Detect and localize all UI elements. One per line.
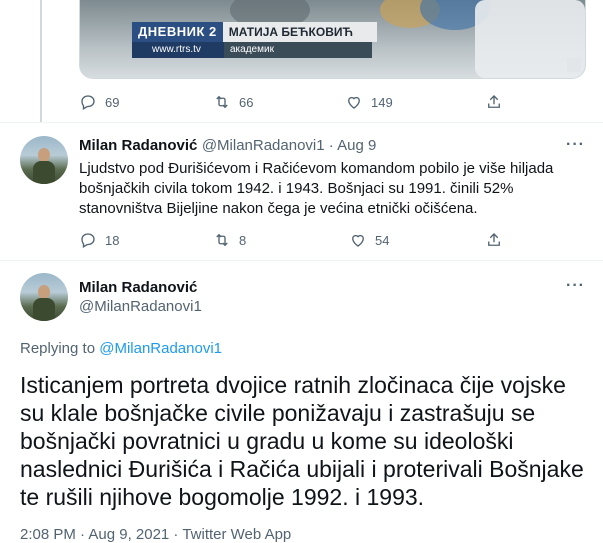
media-site-label: www.rtrs.tv: [132, 42, 224, 58]
tweet-divider: [0, 260, 603, 261]
tweet-text-line: bošnjačkih civila tokom 1942. i 1943. Bo…: [79, 180, 514, 197]
avatar-head-shape: [38, 148, 50, 162]
avatar[interactable]: [20, 273, 68, 321]
like-icon: [352, 234, 364, 247]
author-handle[interactable]: @MilanRadanovi1: [79, 298, 202, 315]
reply-icon: [81, 95, 95, 110]
more-icon[interactable]: ···: [566, 136, 585, 154]
tweet-text-line: te rušili njihove bogomolje 1992. i 1993…: [20, 484, 425, 510]
author-name[interactable]: Milan Radanović: [79, 279, 197, 296]
avatar-body-shape: [33, 298, 55, 321]
retweet-icon: [216, 233, 228, 247]
share-icon: [488, 95, 500, 108]
avatar[interactable]: [20, 136, 68, 184]
share-button[interactable]: [485, 93, 503, 111]
retweet-icon: [216, 95, 228, 109]
reply-icon: [81, 233, 95, 248]
share-icon: [488, 233, 500, 246]
replying-to-label: Replying to: [20, 340, 96, 357]
media-lower-third-secondary: www.rtrs.tv академик: [132, 42, 372, 58]
tweet-timestamp[interactable]: 2:08 PM · Aug 9, 2021 · Twitter Web App: [20, 526, 291, 543]
media-lower-third: ДНЕВНИК 2 МАТИЈА БЕЋКОВИЋ: [132, 22, 377, 42]
reply-count: 69: [105, 94, 120, 110]
replying-to-handle-link[interactable]: @MilanRadanovi1: [99, 340, 222, 357]
tweet-divider: [0, 122, 603, 123]
tweet-header: Milan Radanović @MilanRadanovi1 · Aug 9: [79, 137, 376, 155]
media-person-name: МАТИЈА БЕЋКОВИЋ: [222, 22, 377, 42]
main-tweet-text: Isticanjem portreta dvojice ratnih zloči…: [20, 371, 595, 511]
thread-connector-line: [40, 0, 42, 122]
like-button[interactable]: 54: [349, 231, 389, 249]
reply-button[interactable]: 18: [79, 231, 119, 249]
replying-to: Replying to @MilanRadanovi1: [20, 340, 222, 357]
tweet-text-line: bošnjački povratnici u gradu u kome su i…: [20, 428, 514, 454]
like-count: 54: [375, 232, 390, 248]
more-icon[interactable]: ···: [566, 277, 585, 295]
share-button[interactable]: [485, 231, 503, 249]
tweet-text-line: naslednici Đurišića i Račića ubijali i p…: [20, 456, 584, 482]
media-expand-control[interactable]: [567, 58, 581, 72]
tweet-text: Ljudstvo pod Đurišićevom i Račićevom kom…: [79, 159, 589, 219]
media-channel-label: ДНЕВНИК 2: [132, 22, 223, 42]
media-person-role: академик: [224, 42, 372, 58]
retweet-button[interactable]: 66: [213, 93, 253, 111]
tweet-text-line: su klale bošnjačke civile ponižavaju i z…: [20, 400, 536, 426]
reply-button[interactable]: 69: [79, 93, 119, 111]
retweet-count: 66: [239, 94, 254, 110]
tweet-text-line: Isticanjem portreta dvojice ratnih zloči…: [20, 372, 566, 398]
avatar-head-shape: [38, 285, 50, 299]
avatar-body-shape: [33, 161, 55, 184]
author-name[interactable]: Milan Radanović: [79, 137, 197, 154]
tweet-text-line: Ljudstvo pod Đurišićevom i Račićevom kom…: [79, 160, 554, 177]
like-icon: [348, 96, 360, 109]
author-handle-date[interactable]: @MilanRadanovi1 · Aug 9: [202, 137, 377, 154]
like-count: 149: [371, 94, 393, 110]
reply-count: 18: [105, 232, 120, 248]
like-button[interactable]: 149: [345, 93, 393, 111]
retweet-count: 8: [239, 232, 247, 248]
retweet-button[interactable]: 8: [213, 231, 246, 249]
tweet-text-line: stanovništva Bijeljine nakon čega je već…: [79, 200, 478, 217]
tweet-media-thumbnail[interactable]: ДНЕВНИК 2 МАТИЈА БЕЋКОВИЋ www.rtrs.tv ак…: [79, 0, 586, 79]
